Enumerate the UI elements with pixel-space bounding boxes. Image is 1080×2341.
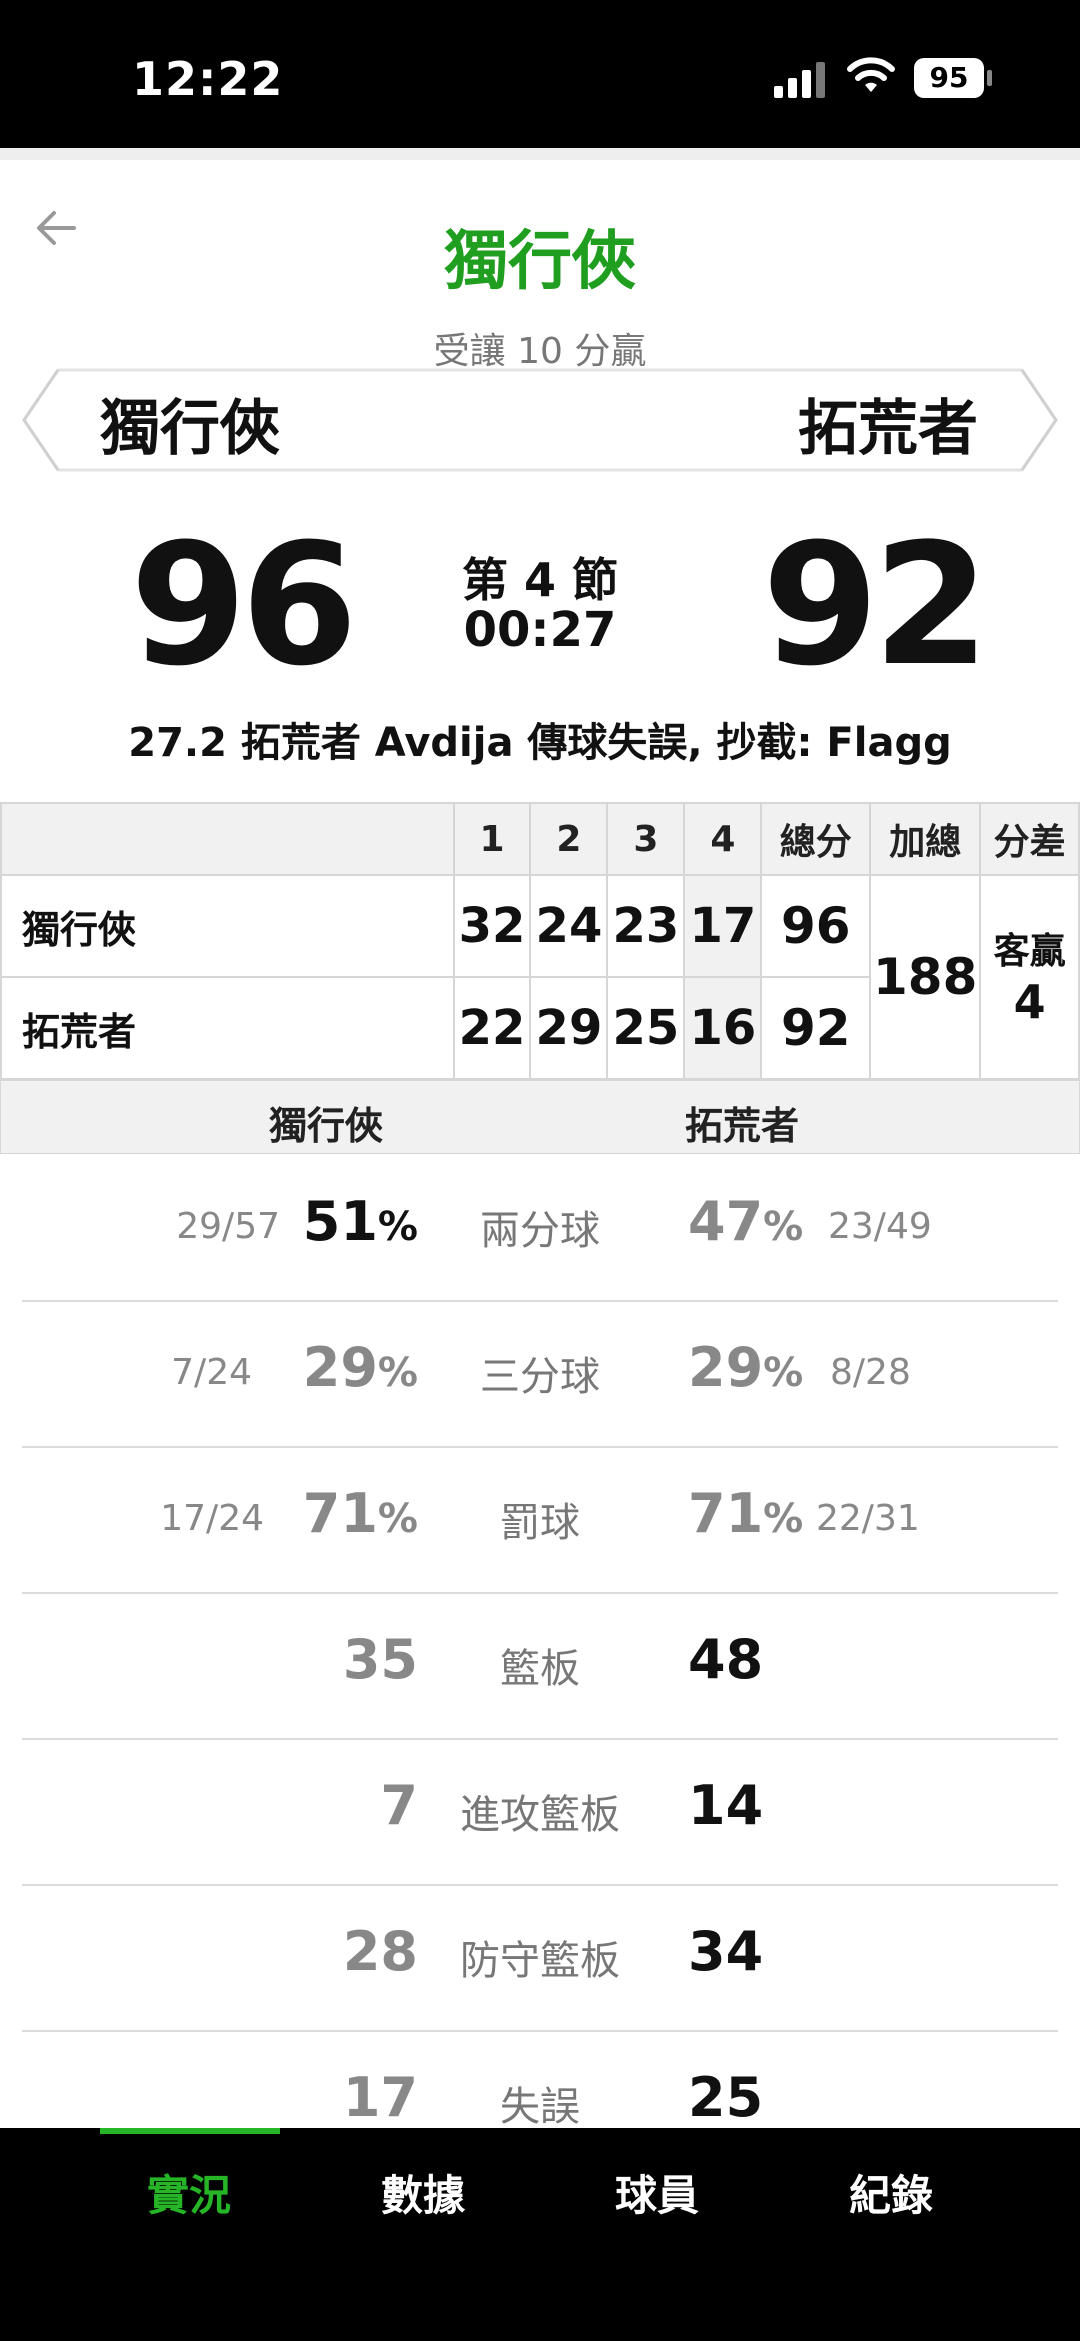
diff-value: 4 (1013, 975, 1046, 1029)
header-team-cell (0, 802, 455, 876)
away-stat-value: 47% (688, 1190, 803, 1253)
team-total: 92 (760, 976, 872, 1080)
header-total: 總分 (760, 802, 872, 876)
stat-row-rebounds: 35 籃板 48 (22, 1592, 1058, 1740)
top-divider (0, 148, 1080, 160)
away-stat-value: 48 (688, 1628, 764, 1691)
stat-category: 防守籃板 (460, 1938, 620, 1984)
quarter-score: 24 (529, 874, 609, 978)
stats-header-away: 拓荒者 (685, 1104, 800, 1148)
box-score-table: 1 2 3 4 總分 加總 分差 獨行俠 32 24 23 17 96 188 … (0, 802, 1080, 1080)
stat-row-offensive-rebounds: 7 進攻籃板 14 (22, 1738, 1058, 1886)
away-stat-value: 25 (688, 2066, 764, 2129)
pct-sign: % (763, 1350, 804, 1396)
stat-row-three-pointers: 7/24 29% 三分球 29% 8/28 (22, 1300, 1058, 1448)
stats-header-home: 獨行俠 (269, 1104, 384, 1148)
tab-stats[interactable]: 數據 (306, 2162, 540, 2223)
header-q2: 2 (529, 802, 609, 876)
wifi-icon (847, 57, 895, 92)
pct-sign: % (763, 1204, 804, 1250)
row-team-name: 獨行俠 (0, 874, 455, 978)
point-difference: 客贏 4 (979, 874, 1080, 1080)
stats-header: 獨行俠 拓荒者 (0, 1080, 1080, 1154)
status-time: 12:22 (132, 52, 284, 106)
combined-total: 188 (869, 874, 982, 1080)
quarter-score: 32 (452, 874, 532, 978)
page-title: 獨行俠 (444, 225, 636, 299)
away-stat-value: 71% (688, 1482, 803, 1545)
active-tab-indicator (100, 2128, 280, 2134)
quarter-score: 23 (606, 874, 686, 978)
away-made-attempted: 23/49 (828, 1206, 932, 1247)
battery-nub (987, 70, 992, 86)
stat-row-two-pointers: 29/57 51% 兩分球 47% 23/49 (22, 1154, 1058, 1302)
diff-label: 客贏 (993, 931, 1066, 972)
away-made-attempted: 8/28 (830, 1352, 911, 1393)
header-q3: 3 (606, 802, 686, 876)
team-total: 96 (760, 874, 872, 978)
away-pct-number: 47 (688, 1190, 764, 1253)
stat-category: 進攻籃板 (460, 1792, 620, 1838)
away-made-attempted: 22/31 (816, 1498, 920, 1539)
stat-row-free-throws: 17/24 71% 罰球 71% 22/31 (22, 1446, 1058, 1594)
header-diff: 分差 (979, 802, 1080, 876)
table-row: 獨行俠 32 24 23 17 96 188 客贏 4 (0, 874, 1080, 1080)
home-team-name[interactable]: 獨行俠 (100, 380, 280, 467)
tab-records[interactable]: 紀錄 (774, 2162, 1008, 2223)
stat-category: 籃板 (500, 1646, 580, 1692)
away-pct-number: 29 (688, 1336, 764, 1399)
away-stat-value: 14 (688, 1774, 764, 1837)
away-pct-number: 71 (688, 1482, 764, 1545)
battery-icon: 95 (914, 58, 984, 98)
stat-category: 失誤 (500, 2084, 580, 2130)
tab-live[interactable]: 實況 (72, 2162, 306, 2223)
box-score-header-row: 1 2 3 4 總分 加總 分差 (0, 802, 1080, 876)
tab-players[interactable]: 球員 (540, 2162, 774, 2223)
pct-sign: % (763, 1496, 804, 1542)
header-q1: 1 (452, 802, 532, 876)
header-sum: 加總 (869, 802, 982, 876)
row-team-name: 拓荒者 (0, 976, 455, 1080)
stat-row-defensive-rebounds: 28 防守籃板 34 (22, 1884, 1058, 2032)
quarter-score: 25 (606, 976, 686, 1080)
away-team-name[interactable]: 拓荒者 (798, 380, 978, 467)
bottom-tab-bar: 實況 數據 球員 紀錄 (0, 2128, 1080, 2341)
quarter-score: 16 (683, 976, 763, 1080)
quarter-score: 29 (529, 976, 609, 1080)
quarter-score: 17 (683, 874, 763, 978)
header-q4: 4 (683, 802, 763, 876)
status-bar: 12:22 95 (0, 0, 1080, 148)
away-score: 92 (762, 507, 990, 703)
last-play-text: 27.2 拓荒者 Avdija 傳球失誤, 抄截: Flagg (128, 720, 952, 766)
cellular-signal-icon (774, 58, 826, 98)
away-stat-value: 29% (688, 1336, 803, 1399)
away-stat-value: 34 (688, 1920, 764, 1983)
quarter-score: 22 (452, 976, 532, 1080)
